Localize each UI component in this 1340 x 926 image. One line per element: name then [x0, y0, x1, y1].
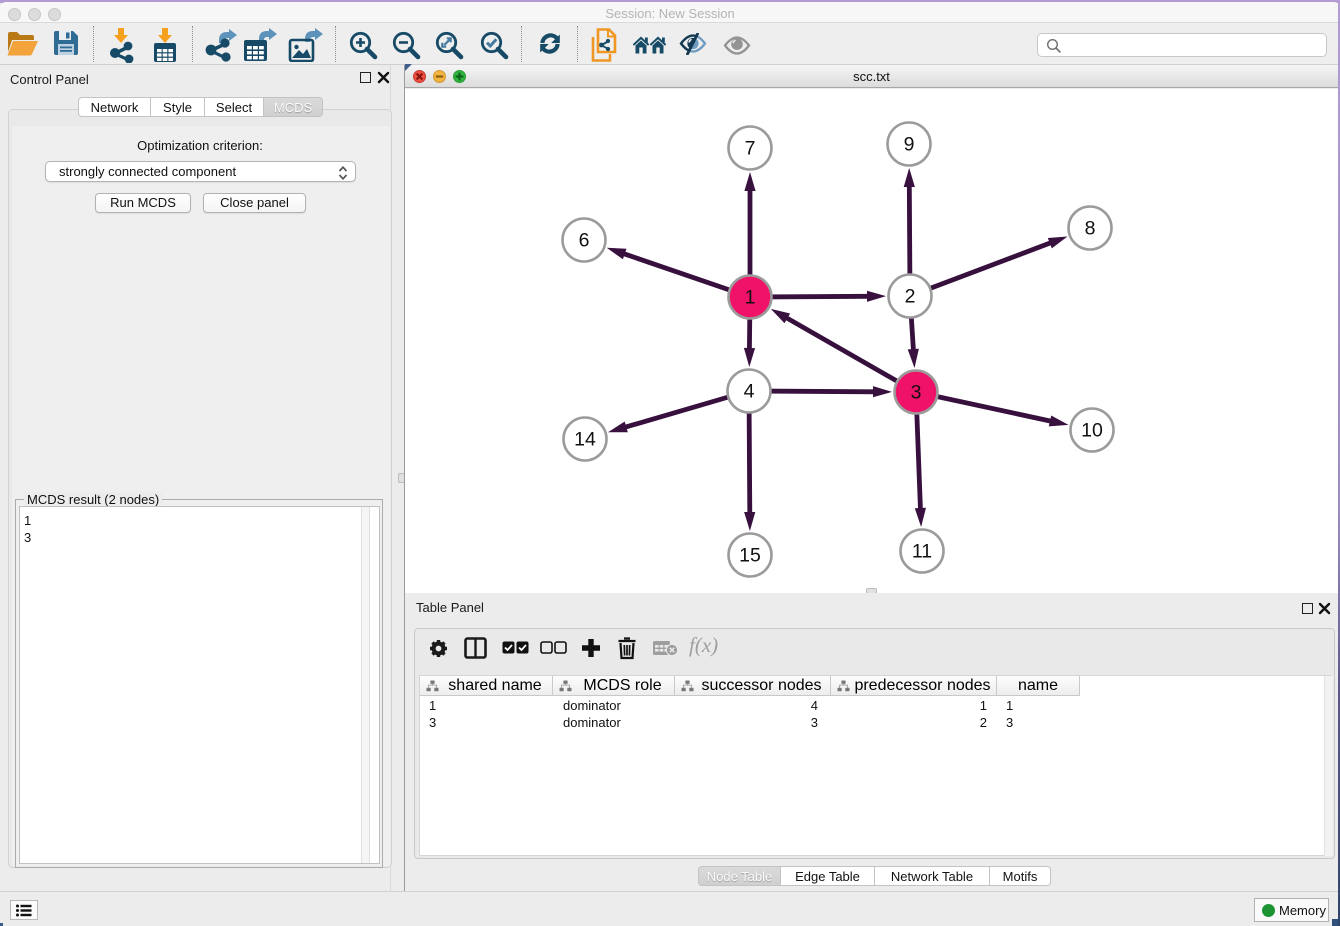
svg-text:6: 6 — [579, 230, 590, 252]
svg-text:9: 9 — [904, 134, 915, 156]
svg-text:10: 10 — [1081, 420, 1103, 442]
svg-text:7: 7 — [745, 138, 756, 160]
svg-text:11: 11 — [912, 541, 932, 563]
svg-text:2: 2 — [905, 286, 916, 308]
svg-text:15: 15 — [739, 545, 761, 567]
svg-text:4: 4 — [744, 381, 755, 403]
svg-text:1: 1 — [745, 287, 756, 309]
svg-text:8: 8 — [1085, 218, 1096, 240]
svg-text:3: 3 — [911, 382, 922, 404]
svg-text:14: 14 — [574, 429, 596, 451]
